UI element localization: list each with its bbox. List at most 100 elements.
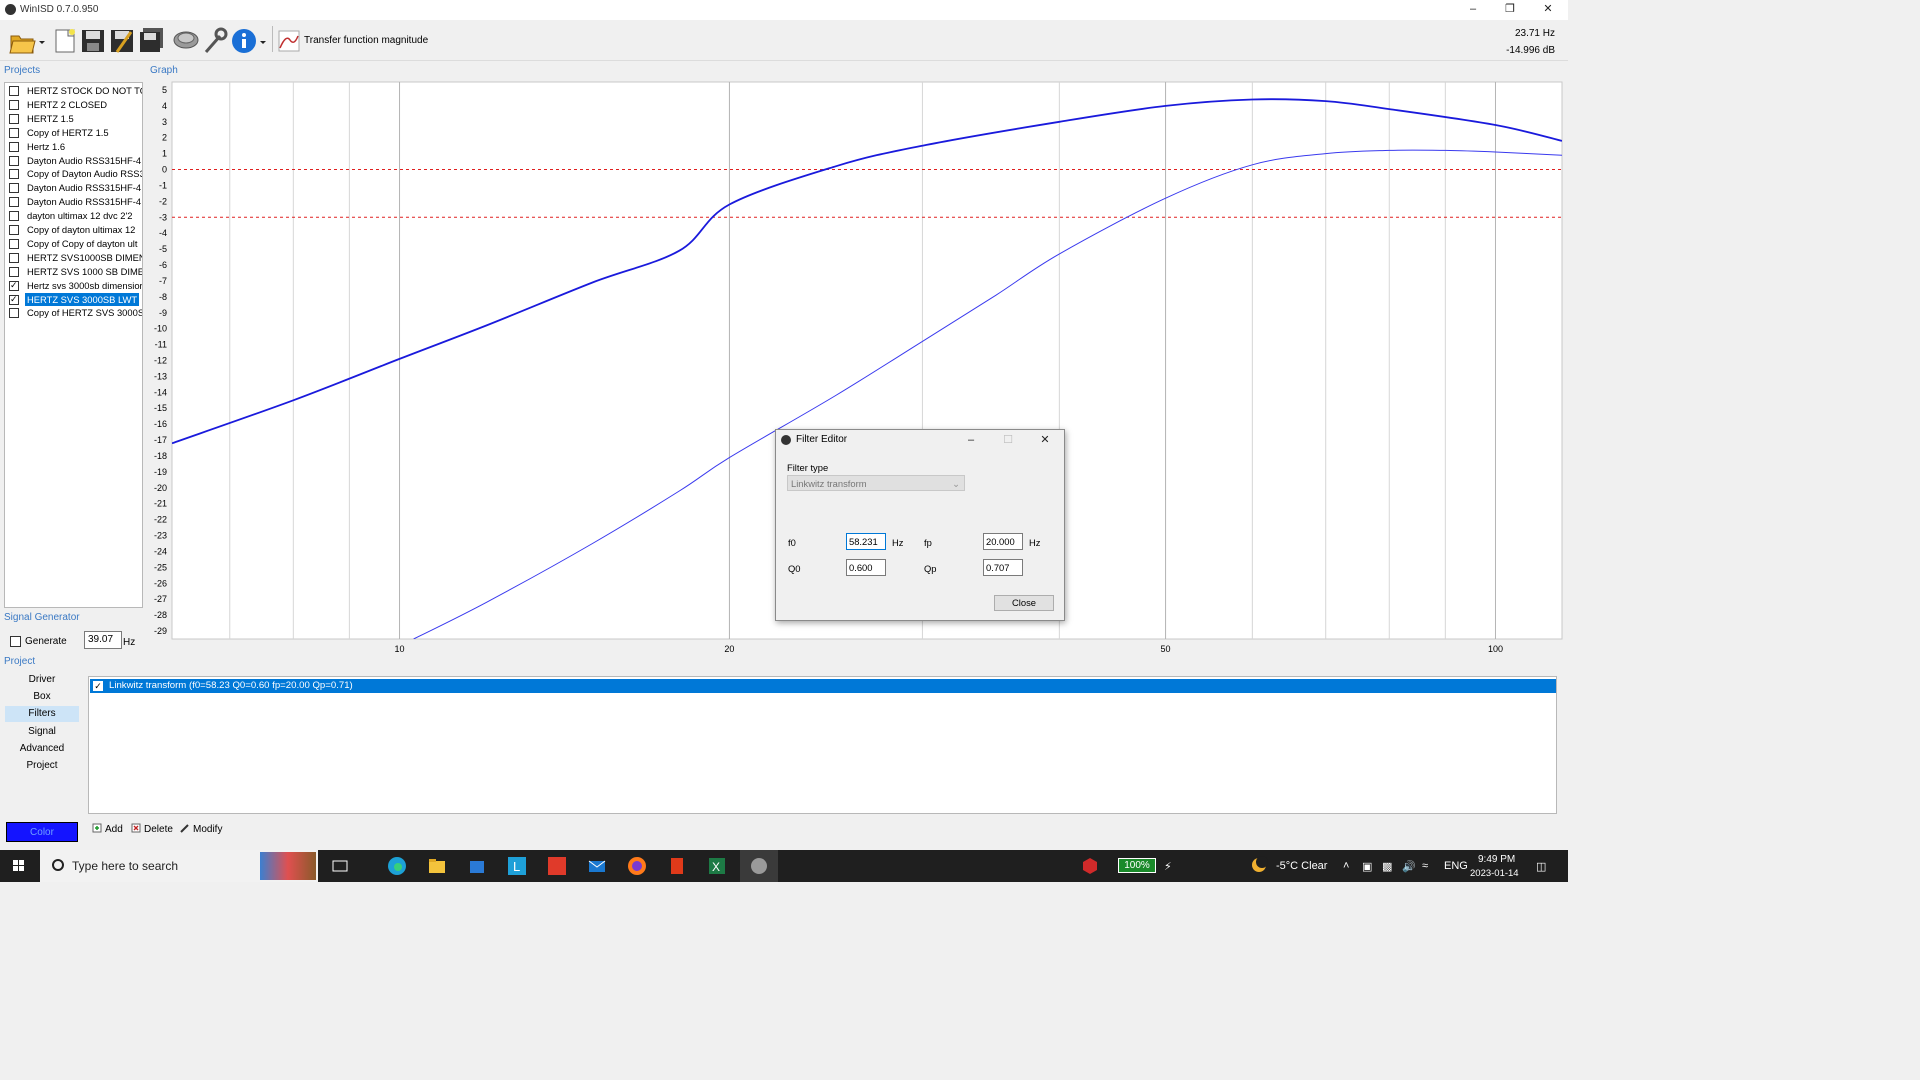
battery-level-badge[interactable]: 100% [1118,858,1156,873]
open-folder-icon[interactable] [8,26,45,56]
clock-time[interactable]: 9:49 PM [1478,854,1515,865]
fp-input[interactable]: 20.000 [983,533,1023,550]
edge-browser-icon[interactable] [387,856,407,876]
winisd-taskbar-button[interactable] [740,850,778,882]
nav-box[interactable]: Box [5,689,79,705]
delete-filter-button[interactable]: Delete [131,823,173,837]
modify-filter-button[interactable]: Modify [180,823,222,837]
app-red-icon[interactable] [547,856,567,876]
office-icon[interactable] [667,856,687,876]
project-item[interactable]: HERTZ STOCK DO NOT TOU [5,84,142,97]
project-item[interactable]: Copy of Copy of dayton ult [5,237,142,250]
color-button[interactable]: Color [6,822,78,842]
project-item[interactable]: Hertz svs 3000sb dimensior [5,279,142,292]
project-item[interactable]: HERTZ SVS1000SB DIMENSI [5,251,142,264]
project-checkbox[interactable] [9,113,19,124]
project-checkbox[interactable] [9,141,19,152]
close-window-button[interactable]: ✕ [1530,0,1566,20]
project-checkbox[interactable] [9,211,19,222]
project-checkbox[interactable] [9,169,19,180]
project-item[interactable]: HERTZ SVS 3000SB LWT [5,292,142,306]
nav-signal[interactable]: Signal [5,724,79,740]
project-checkbox[interactable] [9,252,19,263]
project-checkbox[interactable] [9,225,19,235]
weather-moon-icon[interactable] [1250,856,1268,874]
y-tick-label: 0 [162,165,167,175]
project-checkbox[interactable] [9,238,19,249]
volume-icon[interactable]: 🔊 [1402,860,1416,873]
project-checkbox[interactable] [9,294,19,305]
dialog-minimize-button[interactable]: – [952,430,990,450]
generate-checkbox[interactable] [10,636,21,647]
f0-input[interactable]: 58.231 [846,533,886,550]
language-indicator[interactable]: ENG [1444,860,1468,872]
project-item[interactable]: Copy of Dayton Audio RSS3 [5,167,142,180]
save-as-icon[interactable] [109,26,135,56]
qp-input[interactable]: 0.707 [983,559,1023,576]
project-checkbox[interactable] [9,127,19,138]
save-icon[interactable] [80,26,106,56]
project-checkbox[interactable] [9,99,19,110]
save-all-icon[interactable] [138,26,164,56]
app-l-icon[interactable]: L [507,856,527,876]
project-checkbox[interactable] [9,197,19,208]
clock-date[interactable]: 2023-01-14 [1470,868,1519,879]
project-label: HERTZ SVS1000SB DIMENSI [27,251,142,263]
project-item[interactable]: HERTZ 1.5 [5,112,142,125]
tray-device-icon[interactable]: ▣ [1362,860,1372,873]
tray-chevron-up-icon[interactable]: ˄ [1343,860,1349,872]
project-checkbox[interactable] [9,266,19,277]
file-explorer-icon[interactable] [427,856,447,876]
project-checkbox[interactable] [9,183,19,194]
filter-type-select[interactable]: Linkwitz transform ⌄ [787,475,965,491]
project-label: dayton ultimax 12 dvc 2'2 [27,210,133,222]
notifications-icon[interactable]: ◫ [1536,860,1546,873]
tray-red-app-icon[interactable] [1080,856,1100,876]
project-item[interactable]: Hertz 1.6 [5,140,142,153]
tray-monitor-icon[interactable]: ▩ [1382,860,1392,873]
restore-button[interactable]: ❐ [1492,0,1528,20]
dialog-close-button[interactable]: Close [994,595,1054,611]
signal-frequency-input[interactable]: 39.07 [84,631,122,649]
project-item[interactable]: Copy of HERTZ SVS 3000SB [5,306,142,319]
project-checkbox[interactable] [9,86,19,96]
graph-type-label[interactable]: Transfer function magnitude [304,35,428,46]
nav-driver[interactable]: Driver [5,672,79,688]
nav-advanced[interactable]: Advanced [5,741,79,757]
minimize-button[interactable]: – [1455,0,1491,20]
project-item[interactable]: HERTZ SVS 1000 SB DIMENS [5,265,142,278]
q0-input[interactable]: 0.600 [846,559,886,576]
project-item[interactable]: Copy of dayton ultimax 12 [5,223,142,236]
project-checkbox[interactable] [9,155,19,166]
graph-type-icon[interactable] [278,30,300,52]
mail-icon[interactable] [587,856,607,876]
filter-enabled-checkbox[interactable]: ✓ [93,681,103,691]
filter-row[interactable]: ✓ Linkwitz transform (f0=58.23 Q0=0.60 f… [90,679,1556,693]
weather-text[interactable]: -5°C Clear [1276,860,1327,872]
new-project-icon[interactable] [52,26,78,56]
y-tick-label: 2 [162,133,167,143]
project-checkbox[interactable] [9,280,19,291]
project-item[interactable]: dayton ultimax 12 dvc 2'2 [5,209,142,222]
store-icon[interactable] [467,856,487,876]
info-icon[interactable] [231,26,266,56]
project-item[interactable]: Copy of HERTZ 1.5 [5,126,142,139]
nav-filters[interactable]: Filters [5,706,79,722]
nav-project[interactable]: Project [5,758,79,774]
windows-start-icon[interactable] [0,850,38,882]
driver-icon[interactable] [172,26,199,56]
dialog-close-icon[interactable]: ✕ [1026,430,1064,450]
firefox-icon[interactable] [627,856,647,876]
generate-label[interactable]: Generate [25,636,67,647]
project-item[interactable]: Dayton Audio RSS315HF-4 [5,195,142,208]
taskbar-search-box[interactable]: Type here to search [40,850,318,882]
wifi-icon[interactable]: ≈ [1422,860,1428,872]
add-filter-button[interactable]: Add [92,823,123,837]
task-view-icon[interactable] [330,856,350,876]
project-item[interactable]: Dayton Audio RSS315HF-4 [5,154,142,167]
project-item[interactable]: Dayton Audio RSS315HF-4 [5,181,142,194]
project-item[interactable]: HERTZ 2 CLOSED [5,98,142,111]
settings-wrench-icon[interactable] [202,26,228,56]
project-checkbox[interactable] [9,308,19,319]
excel-icon[interactable]: X [707,856,727,876]
